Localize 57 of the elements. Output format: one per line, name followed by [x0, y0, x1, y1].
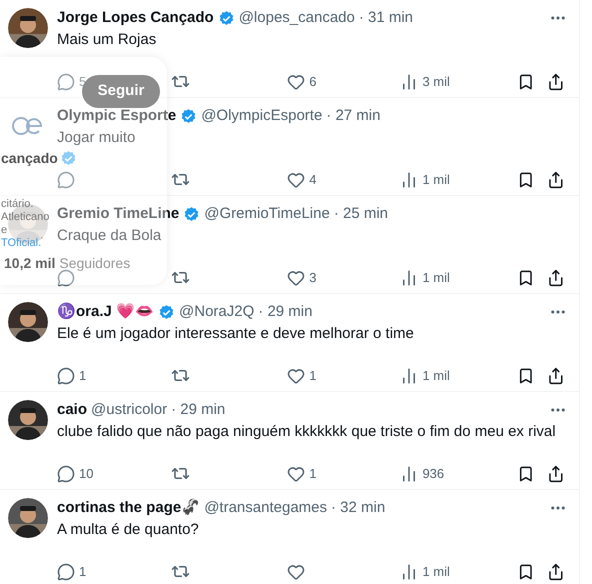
post-text: Craque da Bola [57, 226, 162, 246]
view-count: 1 mil [422, 171, 450, 189]
reply-count: 10 [79, 465, 94, 483]
like-icon[interactable] [287, 72, 306, 91]
bio-text: citário. Atleticano e [1, 198, 51, 237]
author-name[interactable]: Olympic Esporte [57, 106, 176, 126]
share-icon[interactable] [547, 366, 566, 385]
like-count: 1 [309, 465, 317, 483]
view-count: 1 mil [422, 367, 450, 385]
view-count: 1 mil [422, 563, 450, 581]
like-count: 3 [309, 269, 317, 287]
author-name[interactable]: Gremio TimeLine [57, 204, 180, 224]
view-count: 936 [422, 465, 444, 483]
view-count: 1 mil [422, 269, 450, 287]
like-icon[interactable] [287, 562, 306, 581]
like-count: 6 [309, 73, 317, 91]
share-icon[interactable] [547, 562, 566, 581]
author-name[interactable]: Jorge Lopes Cançado [57, 8, 214, 28]
reply-icon[interactable] [57, 464, 75, 483]
post-text: Ele é um jogador interessante e deve melhorar o time [57, 324, 414, 344]
author-name[interactable]: caio [57, 400, 88, 420]
author-name[interactable]: ♑ora.J 💗👄 [57, 302, 154, 322]
post-text: A multa é de quanto? [57, 520, 199, 540]
author-handle[interactable]: @GremioTimeLine [204, 204, 330, 224]
author-name[interactable]: cortinas the page🦨 [57, 498, 200, 518]
author-handle[interactable]: @OlympicEsporte [201, 106, 322, 126]
reply-icon[interactable] [57, 366, 75, 385]
followers-label: Seguidores [59, 254, 130, 273]
like-count: 1 [309, 367, 317, 385]
post-text: Mais um Rojas [57, 30, 156, 50]
profile-name: cançado [1, 150, 58, 167]
post-time[interactable]: · 29 min [258, 302, 312, 322]
view-count: 3 mil [422, 73, 450, 91]
reply-icon[interactable] [57, 562, 75, 581]
post-time[interactable]: · 25 min [334, 204, 388, 224]
share-icon[interactable] [547, 464, 566, 483]
post-time[interactable]: · 32 min [331, 498, 386, 518]
post-text: clube falido que não paga ninguém kkkkkkk que triste o fim do meu ex rival [57, 422, 556, 442]
author-handle[interactable]: @lopes_cancado [238, 8, 355, 28]
reply-count: 1 [79, 367, 86, 385]
like-count: 4 [309, 171, 317, 189]
like-icon[interactable] [287, 268, 306, 287]
like-icon[interactable] [287, 170, 306, 189]
author-handle[interactable]: @transantegames [204, 498, 327, 518]
post-time[interactable]: · 29 min [171, 400, 226, 420]
like-icon[interactable] [287, 464, 306, 483]
author-handle[interactable]: @NoraJ2Q [179, 302, 254, 322]
like-icon[interactable] [287, 366, 306, 385]
share-icon[interactable] [547, 72, 566, 91]
followers-count: 10,2 mil [4, 254, 56, 273]
author-handle[interactable]: @ustricolor [91, 400, 168, 420]
post-time[interactable]: · 27 min [326, 106, 380, 126]
share-icon[interactable] [547, 170, 566, 189]
post-text: Jogar muito [57, 128, 136, 148]
reply-count: 1 [79, 563, 86, 581]
post-time[interactable]: · 31 min [358, 8, 414, 28]
share-icon[interactable] [547, 268, 566, 287]
